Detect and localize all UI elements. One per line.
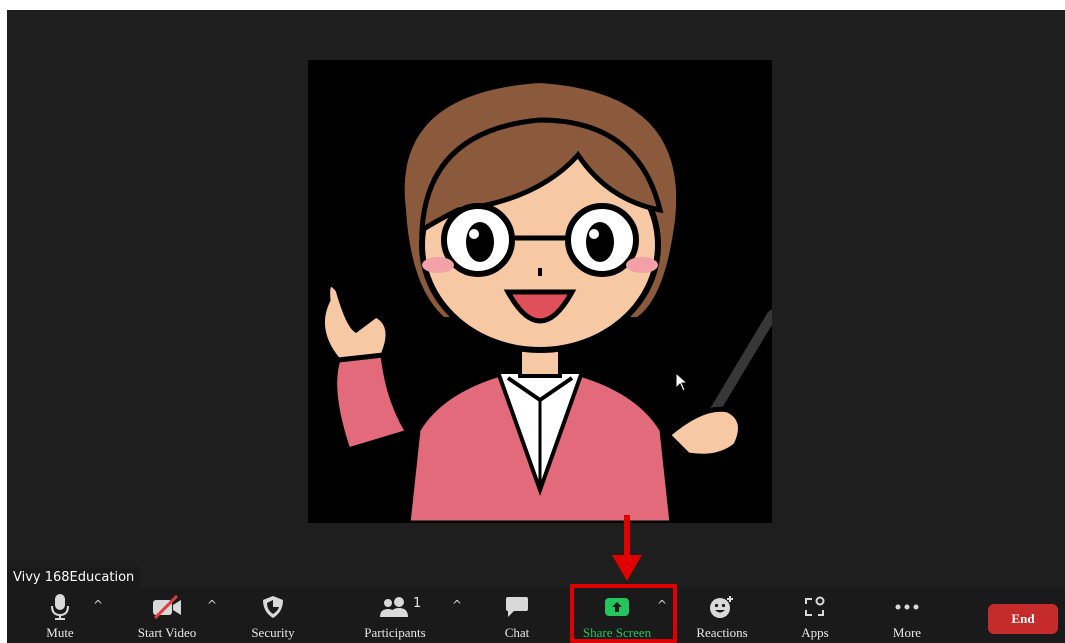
- apps-button[interactable]: Apps: [775, 588, 855, 643]
- annotation-arrow-icon: [612, 515, 642, 581]
- teacher-cartoon-image: [308, 60, 772, 523]
- security-button[interactable]: Security: [233, 588, 313, 643]
- security-label: Security: [251, 625, 295, 640]
- participant-name-label: Vivy 168Education: [7, 567, 141, 588]
- mute-label: Mute: [46, 625, 74, 640]
- reactions-label: Reactions: [696, 625, 748, 640]
- participants-button[interactable]: Participants: [355, 588, 435, 643]
- video-options-caret-icon[interactable]: ^: [207, 598, 217, 612]
- end-meeting-button[interactable]: End: [988, 604, 1058, 634]
- mute-button[interactable]: Mute: [20, 588, 100, 643]
- more-label: More: [892, 625, 922, 640]
- microphone-icon: [50, 592, 70, 622]
- more-icon: [895, 592, 919, 622]
- audio-options-caret-icon[interactable]: ^: [93, 598, 103, 612]
- participants-label: Participants: [364, 625, 426, 640]
- apps-icon: [804, 592, 826, 622]
- participant-video-tile: [308, 60, 772, 523]
- meeting-toolbar: Mute ^ Start Video ^ Security Participan…: [7, 588, 1065, 643]
- meeting-window: Vivy 168Education Mute ^ Start Video ^ S…: [7, 10, 1065, 643]
- reactions-icon: [709, 592, 735, 622]
- chat-label: Chat: [504, 625, 530, 640]
- participants-icon: [379, 592, 411, 622]
- chat-icon: [505, 592, 529, 622]
- video-off-icon: [151, 592, 183, 622]
- shield-icon: [262, 592, 284, 622]
- share-screen-highlight-box: [570, 584, 677, 643]
- start-video-button[interactable]: Start Video: [127, 588, 207, 643]
- chat-button[interactable]: Chat: [477, 588, 557, 643]
- more-button[interactable]: More: [867, 588, 947, 643]
- participants-options-caret-icon[interactable]: ^: [452, 598, 462, 612]
- start-video-label: Start Video: [137, 625, 197, 640]
- reactions-button[interactable]: Reactions: [682, 588, 762, 643]
- mouse-cursor-icon: [675, 372, 689, 392]
- participants-count: 1: [413, 596, 422, 611]
- apps-label: Apps: [801, 625, 829, 640]
